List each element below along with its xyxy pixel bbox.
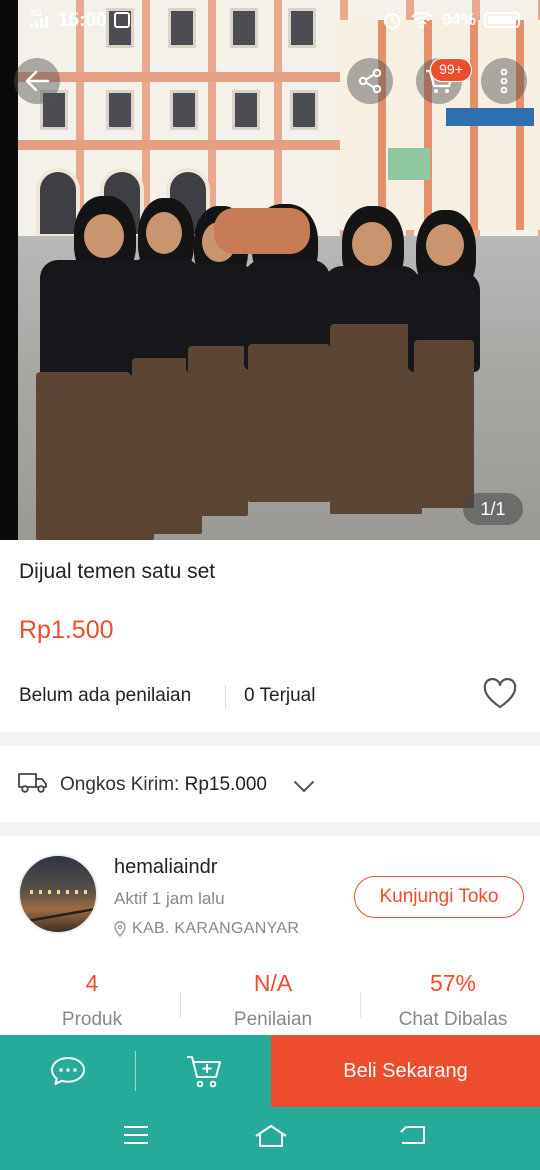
stat-value: 57% (429, 970, 477, 996)
battery-icon (484, 12, 520, 28)
shipping-row[interactable]: Ongkos Kirim: Rp15.000 (0, 746, 540, 822)
heart-icon (483, 677, 517, 709)
stat-divider (180, 992, 181, 1018)
back-button[interactable] (14, 58, 60, 104)
shipping-cost: Rp15.000 (184, 774, 267, 795)
photo-window (290, 90, 318, 130)
censored-face (214, 208, 310, 254)
share-button[interactable] (347, 58, 393, 104)
truck-icon (18, 773, 47, 793)
recent-apps-button[interactable] (122, 1123, 150, 1152)
share-icon (358, 68, 382, 94)
info-divider (225, 685, 226, 709)
shop-avatar[interactable] (18, 854, 98, 934)
more-options-button[interactable] (481, 58, 527, 104)
image-counter: 1/1 (463, 493, 523, 525)
chevron-down-icon (294, 781, 314, 792)
battery-percent: 94% (441, 10, 476, 29)
wifi-icon (411, 12, 433, 29)
menu-lines-icon (124, 1126, 148, 1144)
alarm-icon (383, 13, 400, 29)
back-arrow-icon (25, 70, 50, 92)
sold-count: 0 Terjual (244, 685, 316, 706)
return-icon (400, 1126, 425, 1144)
home-icon (255, 1125, 287, 1147)
shop-location-text: KAB. KARANGANYAR (132, 920, 300, 937)
stat-chat-reply[interactable]: 57% Chat Dibalas (363, 970, 540, 1031)
photo-blue-sign (446, 108, 534, 126)
rating-text[interactable]: Belum ada penilaian (19, 685, 191, 707)
home-button[interactable] (254, 1123, 288, 1154)
shipping-label: Ongkos Kirim: Rp15.000 (60, 774, 267, 796)
favorite-button[interactable] (482, 677, 522, 714)
add-to-cart-button[interactable] (136, 1035, 271, 1107)
stat-label: Penilaian (233, 1009, 313, 1030)
location-pin-icon (114, 921, 126, 937)
shop-name[interactable]: hemaliaindr (114, 856, 217, 879)
status-right: 94% (382, 10, 520, 30)
cart-count-badge: 99+ (430, 58, 472, 82)
shop-location: KAB. KARANGANYAR (114, 920, 299, 938)
stat-products[interactable]: 4 Produk (2, 970, 182, 1031)
signal-icon (30, 16, 50, 28)
bottom-action-bar: Beli Sekarang (0, 1035, 540, 1107)
more-vertical-icon (500, 68, 508, 94)
photo-window (106, 90, 134, 130)
status-bar: 4G 15:00 94% (0, 0, 540, 40)
product-price: Rp1.500 (19, 616, 114, 644)
visit-shop-button[interactable]: Kunjungi Toko (354, 876, 524, 918)
chat-bubble-icon (50, 1057, 85, 1085)
stat-label: Chat Dibalas (398, 1009, 508, 1030)
photo-window (232, 90, 260, 130)
system-back-button[interactable] (398, 1123, 426, 1152)
product-info: Dijual temen satu set Rp1.500 Belum ada … (0, 540, 540, 732)
status-time: 15:00 (58, 10, 107, 31)
media-notification-icon (114, 12, 130, 28)
system-navigation-bar (0, 1107, 540, 1170)
buy-now-button[interactable]: Beli Sekarang (271, 1035, 540, 1107)
stat-value: N/A (253, 970, 293, 996)
stat-label: Produk (61, 1009, 123, 1030)
stat-divider (360, 992, 361, 1018)
product-title: Dijual temen satu set (19, 560, 216, 583)
stat-value: 4 (85, 970, 99, 996)
shop-section: hemaliaindr Aktif 1 jam lalu KAB. KARANG… (0, 836, 540, 1036)
chat-button[interactable] (0, 1035, 135, 1107)
photo-window (170, 90, 198, 130)
shop-active-status: Aktif 1 jam lalu (114, 889, 225, 908)
shipping-label-text: Ongkos Kirim: (60, 774, 180, 795)
photo-green-sign (388, 148, 430, 180)
stat-ratings[interactable]: N/A Penilaian (183, 970, 363, 1031)
add-cart-icon (186, 1056, 221, 1088)
